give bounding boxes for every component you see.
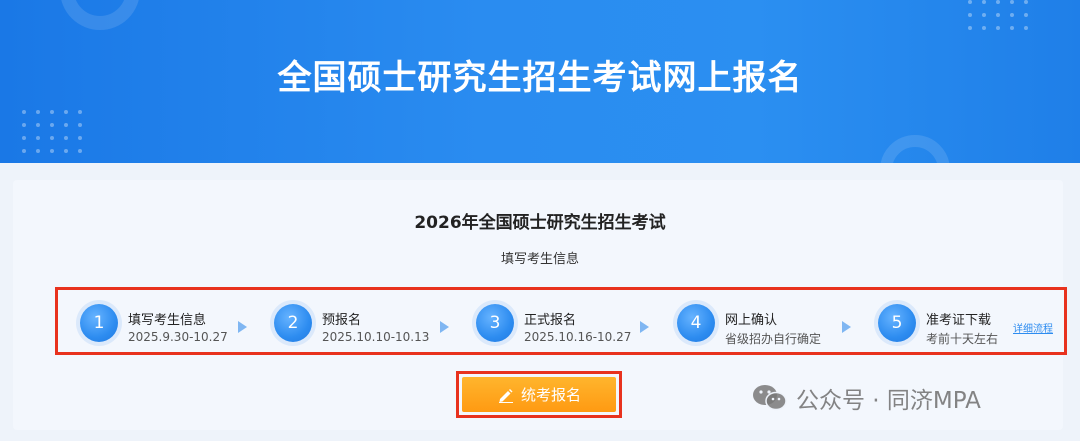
wechat-icon [752, 384, 788, 412]
decor-circle [880, 135, 950, 163]
step-name: 预报名 [322, 313, 362, 328]
current-step-label: 填写考生信息 [500, 252, 579, 267]
page-title: 全国硕士研究生招生考试网上报名 [277, 58, 803, 98]
pencil-icon [497, 387, 515, 403]
step-date: 省级招办自行确定 [725, 332, 822, 346]
step-date: 2025.10.16-10.27 [524, 330, 632, 344]
step-name: 正式报名 [524, 313, 577, 328]
step-number-badge: 4 [677, 304, 715, 342]
step-date: 考前十天左右 [926, 332, 999, 346]
step-arrow-icon [842, 321, 851, 333]
step-number-badge: 2 [274, 304, 312, 342]
decor-dots [22, 110, 82, 153]
step-number-badge: 3 [476, 304, 514, 342]
step-number-badge: 5 [878, 304, 916, 342]
process-steps: 1 填写考生信息 2025.9.30-10.27 2 预报名 2025.10.1… [55, 287, 1067, 355]
decor-dots [968, 0, 1028, 30]
unified-exam-apply-button[interactable]: 统考报名 [462, 377, 616, 412]
step-name: 准考证下载 [926, 313, 992, 328]
decor-circle [60, 0, 140, 30]
apply-button-label: 统考报名 [520, 386, 581, 404]
exam-title: 2026年全国硕士研究生招生考试 [414, 213, 666, 233]
header-banner: 全国硕士研究生招生考试网上报名 [0, 0, 1080, 163]
watermark: 公众号 · 同济MPA [752, 380, 981, 416]
detail-process-link[interactable]: 详细流程 [1013, 320, 1053, 335]
step-date: 2025.9.30-10.27 [128, 330, 228, 344]
step-arrow-icon [640, 321, 649, 333]
step-number-badge: 1 [80, 304, 118, 342]
watermark-text: 公众号 · 同济MPA [796, 388, 981, 414]
apply-button-highlight: 统考报名 [456, 371, 622, 418]
step-name: 填写考生信息 [128, 313, 207, 328]
step-name: 网上确认 [725, 313, 778, 328]
step-arrow-icon [238, 321, 247, 333]
step-date: 2025.10.10-10.13 [322, 330, 430, 344]
step-arrow-icon [440, 321, 449, 333]
